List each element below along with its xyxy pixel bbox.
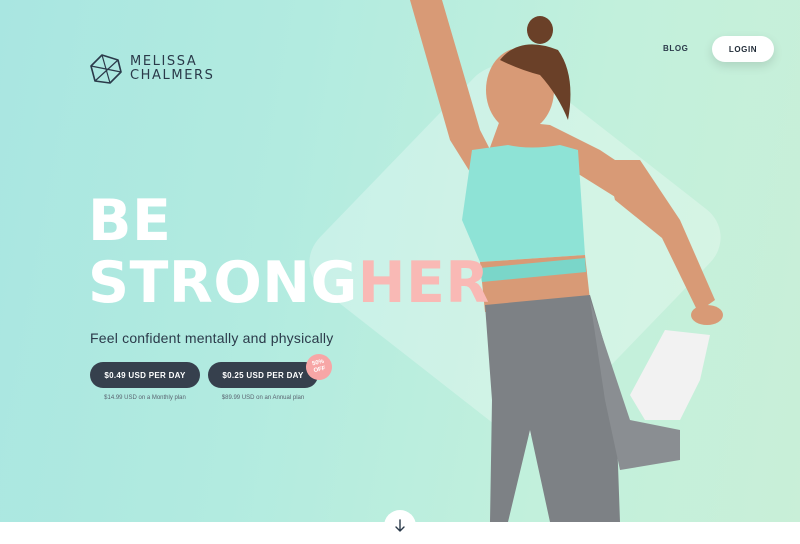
brand-name: MELISSA CHALMERS (130, 55, 215, 83)
annual-plan-button[interactable]: $0.25 USD PER DAY (208, 362, 318, 388)
headline-accent-text: HER (357, 250, 490, 316)
annual-plan: $0.25 USD PER DAY $89.99 USD on an Annua… (208, 362, 318, 401)
headline-line1: BE (88, 188, 172, 254)
monthly-plan-note: $14.99 USD on a Monthly plan (104, 395, 186, 401)
headline-line2: STRONGHER (88, 252, 490, 314)
brand-logo[interactable]: MELISSA CHALMERS (90, 54, 215, 84)
monthly-plan: $0.49 USD PER DAY $14.99 USD on a Monthl… (90, 362, 200, 401)
brand-name-line1: MELISSA (130, 54, 198, 69)
hero-tagline: Feel confident mentally and physically (90, 330, 334, 346)
landing-page: MELISSA CHALMERS BLOG LOGIN BE STRONGHER… (0, 0, 800, 544)
scroll-down-button[interactable] (384, 510, 416, 542)
badge-line2: OFF (313, 365, 327, 375)
annual-plan-note: $89.99 USD on an Annual plan (221, 395, 305, 401)
headline-main-text: STRONG (88, 250, 358, 316)
login-button[interactable]: LOGIN (712, 36, 774, 62)
brand-name-line2: CHALMERS (130, 68, 215, 83)
nav-blog-link[interactable]: BLOG (663, 44, 689, 53)
arrow-down-icon (395, 519, 405, 532)
geometric-logo-icon (90, 54, 122, 84)
monthly-plan-button[interactable]: $0.49 USD PER DAY (90, 362, 200, 388)
hero-headline: BE STRONGHER (88, 190, 490, 314)
